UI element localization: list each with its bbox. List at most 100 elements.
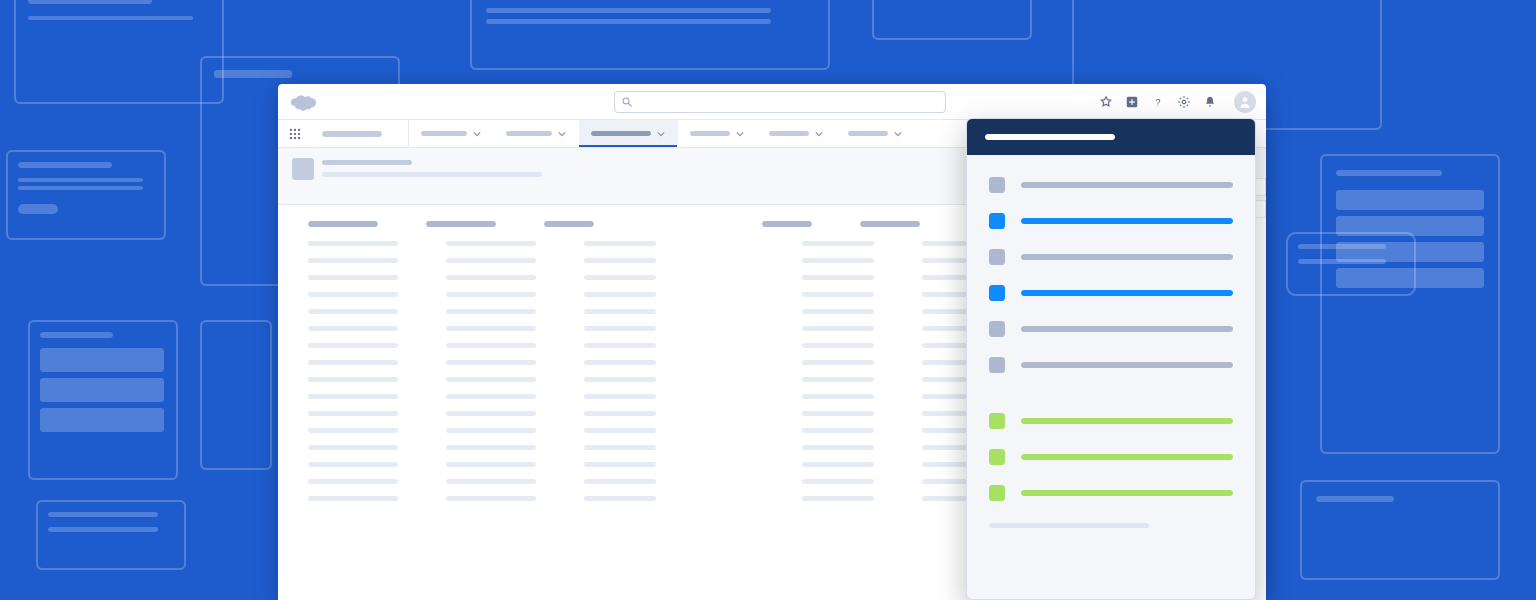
app-launcher-icon[interactable]: [278, 120, 312, 147]
panel-item-label: [1021, 326, 1233, 332]
table-cell: [584, 462, 656, 467]
table-cell: [802, 292, 874, 297]
record-icon: [292, 158, 314, 180]
table-cell: [802, 258, 874, 263]
panel-item[interactable]: [989, 357, 1233, 373]
column-header[interactable]: [426, 221, 496, 227]
table-cell: [584, 479, 656, 484]
table-cell: [802, 411, 874, 416]
table-cell: [308, 377, 398, 382]
chevron-down-icon: [736, 130, 744, 138]
table-cell: [584, 292, 656, 297]
column-header[interactable]: [860, 221, 920, 227]
panel-item-label: [1021, 218, 1233, 224]
table-cell: [308, 360, 398, 365]
panel-item[interactable]: [989, 213, 1233, 229]
global-search[interactable]: [614, 91, 946, 113]
chevron-down-icon: [657, 130, 665, 138]
panel-title: [985, 134, 1115, 140]
chevron-down-icon: [558, 130, 566, 138]
table-cell: [446, 428, 536, 433]
table-cell: [446, 343, 536, 348]
panel-item-label: [1021, 362, 1233, 368]
table-cell: [584, 343, 656, 348]
global-header: ?: [278, 84, 1266, 120]
table-cell: [446, 275, 536, 280]
add-icon[interactable]: [1124, 94, 1140, 110]
table-cell: [802, 496, 874, 501]
table-cell: [446, 360, 536, 365]
table-cell: [802, 326, 874, 331]
nav-tab-active[interactable]: [579, 120, 678, 147]
search-icon: [621, 96, 633, 108]
panel-item[interactable]: [989, 449, 1233, 465]
nav-tab[interactable]: [678, 120, 757, 147]
page-subtitle: [322, 172, 542, 177]
panel-item-label: [1021, 454, 1233, 460]
table-cell: [802, 275, 874, 280]
help-icon[interactable]: ?: [1150, 94, 1166, 110]
panel-item-icon: [989, 285, 1005, 301]
table-cell: [308, 394, 398, 399]
panel-body: [967, 155, 1255, 550]
setup-gear-icon[interactable]: [1176, 94, 1192, 110]
table-cell: [446, 445, 536, 450]
table-cell: [802, 428, 874, 433]
nav-tab[interactable]: [494, 120, 579, 147]
table-cell: [802, 377, 874, 382]
nav-tab[interactable]: [757, 120, 836, 147]
table-cell: [584, 241, 656, 246]
table-cell: [308, 462, 398, 467]
panel-item[interactable]: [989, 485, 1233, 501]
table-cell: [446, 309, 536, 314]
table-cell: [802, 462, 874, 467]
panel-item-icon: [989, 321, 1005, 337]
nav-tab[interactable]: [409, 120, 494, 147]
table-cell: [802, 479, 874, 484]
chevron-down-icon: [815, 130, 823, 138]
table-cell: [802, 445, 874, 450]
table-cell: [446, 326, 536, 331]
column-header[interactable]: [544, 221, 594, 227]
favorites-icon[interactable]: [1098, 94, 1114, 110]
table-cell: [584, 428, 656, 433]
table-cell: [308, 326, 398, 331]
panel-item-label: [1021, 254, 1233, 260]
table-cell: [584, 309, 656, 314]
table-cell: [308, 479, 398, 484]
table-cell: [308, 241, 398, 246]
table-cell: [446, 241, 536, 246]
panel-item[interactable]: [989, 177, 1233, 193]
table-cell: [802, 360, 874, 365]
panel-item-label: [1021, 490, 1233, 496]
chevron-down-icon: [894, 130, 902, 138]
panel-item[interactable]: [989, 321, 1233, 337]
cloud-icon: [288, 92, 316, 112]
column-header[interactable]: [308, 221, 378, 227]
panel-item-icon: [989, 413, 1005, 429]
table-cell: [446, 496, 536, 501]
table-cell: [446, 462, 536, 467]
table-cell: [308, 496, 398, 501]
table-cell: [308, 428, 398, 433]
profile-avatar[interactable]: [1234, 91, 1256, 113]
table-cell: [802, 394, 874, 399]
table-cell: [584, 445, 656, 450]
table-cell: [308, 309, 398, 314]
nav-tab[interactable]: [836, 120, 915, 147]
table-cell: [446, 292, 536, 297]
table-cell: [584, 411, 656, 416]
table-cell: [584, 496, 656, 501]
panel-header: [967, 119, 1255, 155]
page-title: [322, 160, 412, 165]
column-header[interactable]: [762, 221, 812, 227]
panel-item-icon: [989, 177, 1005, 193]
panel-item-label: [1021, 290, 1233, 296]
table-cell: [584, 360, 656, 365]
table-cell: [584, 258, 656, 263]
panel-item-icon: [989, 449, 1005, 465]
panel-item[interactable]: [989, 285, 1233, 301]
notifications-bell-icon[interactable]: [1202, 94, 1218, 110]
panel-item[interactable]: [989, 413, 1233, 429]
panel-item[interactable]: [989, 249, 1233, 265]
